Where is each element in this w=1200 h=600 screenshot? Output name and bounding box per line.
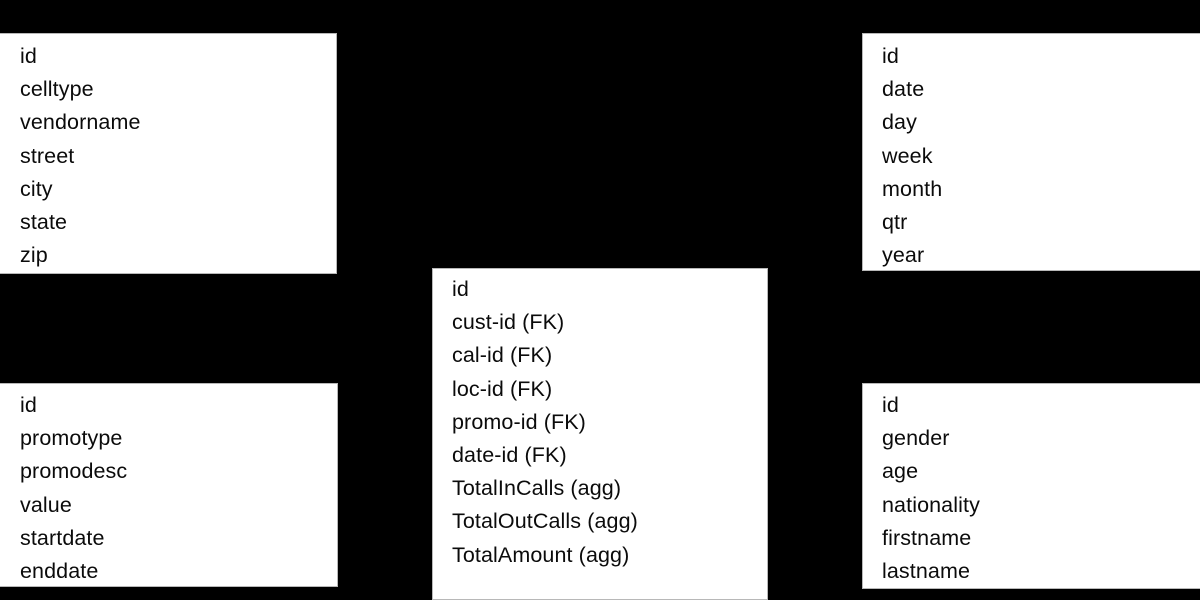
entity-field: TotalInCalls (agg) xyxy=(452,476,622,501)
entity-field: id xyxy=(452,277,469,301)
entity-field: promodesc xyxy=(20,459,128,484)
entity-field: TotalAmount (agg) xyxy=(452,542,630,567)
entity-field-list: id cust-id (FK) cal-id (FK) loc-id (FK) … xyxy=(433,269,767,572)
entity-field: age xyxy=(882,459,919,484)
entity-field: promo-id (FK) xyxy=(452,409,586,434)
entity-field: gender xyxy=(882,426,950,451)
entity-box-customer[interactable]: id gender age nationality firstname last… xyxy=(862,383,1200,589)
entity-field: id xyxy=(20,44,37,68)
entity-field: loc-id (FK) xyxy=(452,376,553,401)
entity-field: promotype xyxy=(20,426,123,451)
entity-field: lastname xyxy=(882,558,971,583)
entity-field: month xyxy=(882,176,943,201)
entity-field: id xyxy=(20,393,37,417)
entity-field-list: id promotype promodesc value startdate e… xyxy=(0,384,337,586)
entity-field: day xyxy=(882,110,917,135)
entity-field: firstname xyxy=(882,525,972,550)
entity-field: cust-id (FK) xyxy=(452,310,565,335)
entity-field: state xyxy=(20,209,68,234)
entity-field: week xyxy=(882,143,933,168)
entity-field: qtr xyxy=(882,209,908,234)
entity-box-promotion[interactable]: id promotype promodesc value startdate e… xyxy=(0,383,338,587)
entity-field: zip xyxy=(20,243,48,268)
entity-field: celltype xyxy=(20,77,94,102)
entity-box-calendar[interactable]: id date day week month qtr year xyxy=(862,33,1200,271)
entity-field: id xyxy=(882,393,899,417)
entity-field-list: id celltype vendorname street city state… xyxy=(0,34,336,272)
entity-field: nationality xyxy=(882,492,980,517)
entity-field: date xyxy=(882,77,925,102)
entity-field: enddate xyxy=(20,558,99,583)
entity-field: cal-id (FK) xyxy=(452,343,553,368)
entity-field: TotalOutCalls (agg) xyxy=(452,509,638,534)
entity-field: date-id (FK) xyxy=(452,442,567,467)
entity-field: city xyxy=(20,176,53,201)
entity-field: value xyxy=(20,492,72,517)
entity-field-list: id gender age nationality firstname last… xyxy=(863,384,1200,588)
entity-box-location[interactable]: id celltype vendorname street city state… xyxy=(0,33,337,274)
entity-field-list: id date day week month qtr year xyxy=(863,34,1200,270)
entity-box-fact-table[interactable]: id cust-id (FK) cal-id (FK) loc-id (FK) … xyxy=(432,268,768,600)
entity-field: year xyxy=(882,243,925,268)
diagram-canvas: id celltype vendorname street city state… xyxy=(0,0,1200,600)
entity-field: id xyxy=(882,44,899,68)
entity-field: startdate xyxy=(20,525,105,550)
entity-field: street xyxy=(20,143,75,168)
entity-field: vendorname xyxy=(20,110,141,135)
